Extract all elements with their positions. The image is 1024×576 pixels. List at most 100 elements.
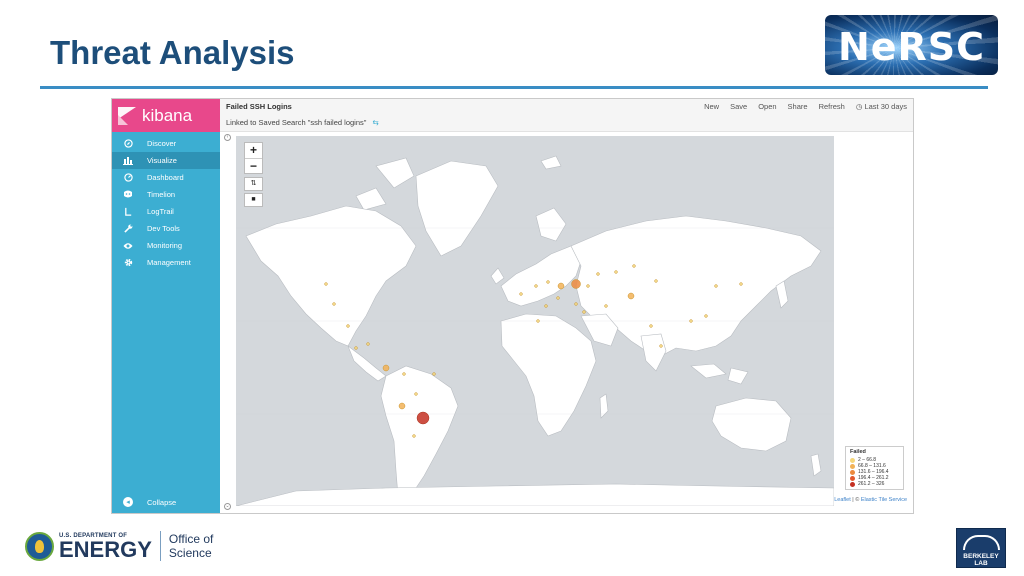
sidebar-item-management[interactable]: Management [112, 254, 220, 271]
kibana-logo-icon [118, 106, 136, 125]
share-button[interactable]: Share [788, 102, 808, 111]
failed-login-marker[interactable] [546, 280, 550, 284]
failed-login-marker[interactable] [556, 296, 560, 300]
legend-swatch [850, 457, 855, 463]
eye-icon [123, 241, 133, 251]
sidebar-item-dashboard[interactable]: Dashboard [112, 169, 220, 186]
legend-swatch [850, 475, 855, 481]
failed-login-marker[interactable] [614, 270, 618, 274]
map-canvas[interactable] [236, 136, 834, 506]
kibana-logo[interactable]: kibana [112, 99, 220, 132]
zoom-out-button[interactable]: − [245, 158, 262, 173]
fit-bounds-button[interactable]: ⇅ [244, 177, 263, 191]
logo-divider [159, 531, 161, 561]
failed-login-marker[interactable] [627, 292, 635, 300]
map-attribution: Leaflet | © Elastic Tile Service [834, 497, 907, 503]
failed-login-marker[interactable] [536, 319, 540, 323]
sidebar-item-logtrail[interactable]: LogTrail [112, 203, 220, 220]
zoom-in-button[interactable]: + [245, 143, 262, 158]
sidebar-item-discover[interactable]: Discover [112, 135, 220, 152]
tile-service-link[interactable]: Elastic Tile Service [861, 497, 907, 503]
failed-login-marker[interactable] [582, 310, 586, 314]
linked-search-label: Linked to Saved Search "ssh failed login… [226, 118, 367, 127]
failed-login-marker[interactable] [324, 282, 328, 286]
sidebar-item-dev-tools[interactable]: Dev Tools [112, 220, 220, 237]
sidebar-item-label: Discover [147, 139, 177, 148]
doe-office-of-science-logo: U.S. DEPARTMENT OF ENERGY Office of Scie… [25, 531, 213, 561]
new-button[interactable]: New [704, 102, 719, 111]
failed-login-marker[interactable] [586, 284, 590, 288]
failed-login-marker[interactable] [332, 302, 336, 306]
legend-label: 261.2 – 326 [858, 481, 885, 487]
failed-login-marker[interactable] [398, 402, 406, 410]
failed-login-marker[interactable] [649, 324, 653, 328]
top-menu: New Save Open Share Refresh ◷ Last 30 da… [704, 102, 907, 111]
failed-login-marker[interactable] [534, 284, 538, 288]
failed-login-marker[interactable] [414, 392, 418, 396]
failed-login-marker[interactable] [354, 346, 358, 350]
sidebar-item-label: Dashboard [147, 173, 184, 182]
failed-login-marker[interactable] [574, 302, 578, 306]
title-divider [40, 86, 988, 89]
draw-filter-button[interactable]: ■ [244, 193, 263, 207]
failed-login-marker[interactable] [632, 264, 636, 268]
failed-login-marker[interactable] [689, 319, 693, 323]
doe-seal-icon [25, 531, 54, 561]
linked-search: Linked to Saved Search "ssh failed login… [226, 118, 379, 127]
failed-login-marker[interactable] [346, 324, 350, 328]
bar-chart-icon [123, 156, 133, 166]
unlink-icon[interactable]: ⇆ [373, 118, 379, 127]
kibana-brand: kibana [142, 105, 193, 125]
berkeley-arc-icon [963, 535, 1000, 550]
failed-login-marker[interactable] [654, 279, 658, 283]
save-button[interactable]: Save [730, 102, 747, 111]
failed-login-marker[interactable] [366, 342, 370, 346]
failed-login-marker[interactable] [714, 284, 718, 288]
berkeley-lab-logo: BERKELEY LAB [956, 528, 1006, 568]
failed-login-marker[interactable] [557, 282, 565, 290]
collapse-label: Collapse [147, 497, 177, 507]
attribution-separator: | © [850, 497, 861, 503]
fit-bounds-icon: ⇅ [250, 180, 257, 187]
time-range-label: Last 30 days [864, 102, 907, 111]
failed-login-marker[interactable] [432, 372, 436, 376]
nersc-logo-text: NeRSC [837, 25, 986, 69]
gear-icon [123, 258, 133, 268]
legend-title: Failed [850, 449, 866, 455]
refresh-button[interactable]: Refresh [819, 102, 845, 111]
slide-title: Threat Analysis [50, 34, 295, 71]
spy-toggle-icon[interactable]: ⌄ [224, 503, 231, 510]
failed-login-marker[interactable] [544, 304, 548, 308]
sidebar-item-timelion[interactable]: Timelion [112, 186, 220, 203]
failed-login-marker[interactable] [596, 272, 600, 276]
legend-swatch [850, 469, 855, 475]
sidebar-item-monitoring[interactable]: Monitoring [112, 237, 220, 254]
open-button[interactable]: Open [758, 102, 776, 111]
failed-login-marker[interactable] [704, 314, 708, 318]
office-line-1: Office of [168, 532, 214, 546]
legend-swatch [850, 481, 855, 487]
failed-login-marker[interactable] [739, 282, 743, 286]
sidebar-item-label: Monitoring [147, 241, 183, 250]
failed-login-marker[interactable] [659, 344, 663, 348]
failed-login-marker[interactable] [519, 292, 523, 296]
failed-login-marker[interactable] [416, 411, 430, 425]
sidebar-item-label: Timelion [147, 190, 176, 199]
failed-login-marker[interactable] [604, 304, 608, 308]
time-picker[interactable]: ◷ Last 30 days [856, 102, 907, 111]
office-line-2: Science [168, 546, 212, 560]
sidebar-nav: Discover Visualize Dashboard Timelion Lo… [112, 135, 220, 271]
collapse-button[interactable]: ◂ Collapse [123, 497, 176, 507]
zoom-control: + − [244, 142, 263, 174]
failed-login-marker[interactable] [382, 364, 390, 372]
sidebar-item-label: LogTrail [147, 207, 174, 216]
failed-login-marker[interactable] [412, 434, 416, 438]
failed-login-marker[interactable] [402, 372, 406, 376]
leaflet-link[interactable]: Leaflet [834, 497, 851, 503]
doe-energy-text: ENERGY [59, 536, 152, 562]
compass-icon [123, 139, 133, 149]
kibana-sidebar: kibana Discover Visualize Dashboard Time… [112, 99, 220, 513]
failed-login-marker[interactable] [571, 279, 581, 289]
sidebar-item-visualize[interactable]: Visualize [112, 152, 220, 169]
sidebar-toggle-icon[interactable]: ‹ [224, 134, 231, 141]
